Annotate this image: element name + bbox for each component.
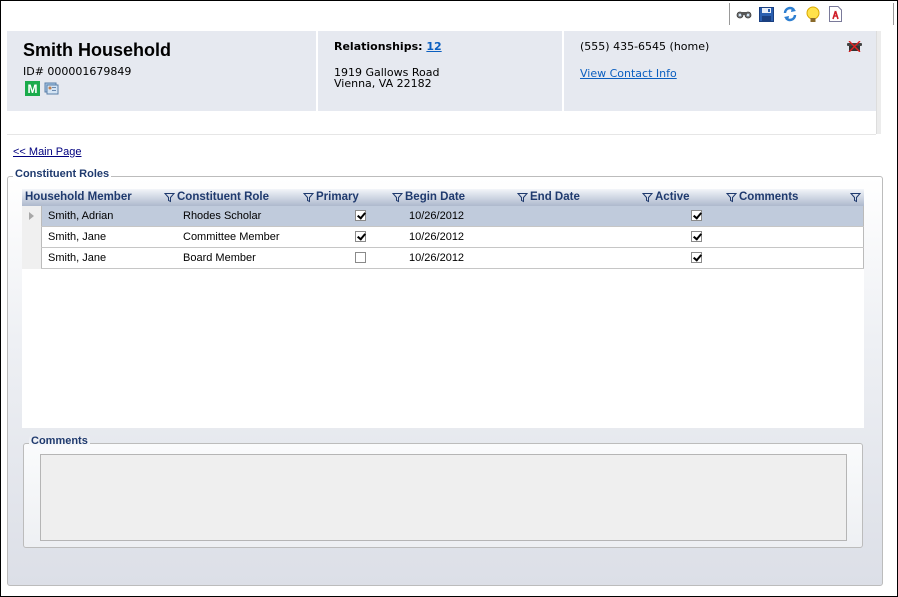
column-label: Household Member <box>25 191 132 203</box>
binoculars-icon[interactable] <box>735 6 752 23</box>
constituent-roles-legend: Constituent Roles <box>13 168 112 180</box>
column-label: Constituent Role <box>177 191 269 203</box>
grid-body: Smith, Adrian Rhodes Scholar 10/26/2012 Smi… <box>22 206 864 269</box>
row-cells: Smith, Jane Board Member 10/26/2012 <box>41 248 864 268</box>
row-selector[interactable] <box>22 248 41 269</box>
table-row[interactable]: Smith, Jane Board Member 10/26/2012 <box>22 248 864 269</box>
column-header-begin-date[interactable]: Begin Date <box>392 189 465 206</box>
relationships-line: Relationships: 12 <box>334 40 562 53</box>
address-line-2: Vienna, VA 22182 <box>334 77 432 90</box>
cell-begin-date: 10/26/2012 <box>409 231 465 243</box>
column-header-constituent-role[interactable]: Constituent Role <box>164 189 269 206</box>
active-checkbox[interactable] <box>691 210 702 221</box>
filter-icon[interactable] <box>303 192 314 203</box>
cell-begin-date: 10/26/2012 <box>409 210 465 222</box>
active-checkbox[interactable] <box>691 252 702 263</box>
phone-number: (555) 435-6545 (home) <box>580 40 710 53</box>
cell-constituent-role: Rhodes Scholar <box>183 210 262 222</box>
comments-textarea[interactable] <box>40 454 847 541</box>
relationships-label: Relationships: <box>334 40 423 53</box>
table-row[interactable]: Smith, Jane Committee Member 10/26/2012 <box>22 227 864 248</box>
cell-household-member: Smith, Jane <box>48 252 107 264</box>
primary-checkbox[interactable] <box>355 252 366 263</box>
filter-icon[interactable] <box>850 192 861 203</box>
filter-icon[interactable] <box>392 192 403 203</box>
column-header-household-member[interactable]: Household Member <box>25 189 132 206</box>
save-icon[interactable] <box>758 6 775 23</box>
refresh-icon[interactable] <box>781 6 798 23</box>
cell-household-member: Smith, Adrian <box>48 210 114 222</box>
toolbar <box>729 3 894 25</box>
row-selector[interactable] <box>22 227 41 248</box>
primary-checkbox[interactable] <box>355 231 366 242</box>
lightbulb-icon[interactable] <box>804 6 821 23</box>
current-row-arrow-icon <box>29 212 34 220</box>
column-label: Primary <box>316 191 359 203</box>
header-relationships: Relationships: 12 1919 Gallows Road Vien… <box>318 31 564 111</box>
column-header-extra-filter[interactable] <box>850 189 861 206</box>
filter-icon[interactable] <box>517 192 528 203</box>
active-checkbox[interactable] <box>691 231 702 242</box>
cell-household-member: Smith, Jane <box>48 231 107 243</box>
grid-header: Household Member Constituent Role Primar… <box>22 189 864 206</box>
comments-legend: Comments <box>29 435 90 447</box>
member-badge-icon[interactable]: M <box>25 81 40 96</box>
table-row[interactable]: Smith, Adrian Rhodes Scholar 10/26/2012 <box>22 206 864 227</box>
address: 1919 Gallows Road Vienna, VA 22182 <box>334 67 562 89</box>
filter-icon[interactable] <box>164 192 175 203</box>
column-label: Begin Date <box>405 191 466 203</box>
contact-card-icon[interactable] <box>44 81 59 99</box>
view-contact-info-link[interactable]: View Contact Info <box>580 67 677 80</box>
filter-icon[interactable] <box>726 192 737 203</box>
header-spacer <box>7 111 876 135</box>
page-title: Smith Household <box>23 40 171 60</box>
primary-checkbox[interactable] <box>355 210 366 221</box>
row-cells: Smith, Jane Committee Member 10/26/2012 <box>41 227 864 247</box>
do-not-call-phone-icon <box>847 40 862 55</box>
column-header-active[interactable]: Active <box>642 189 690 206</box>
header-scroll-edge <box>876 31 881 134</box>
header-identity: Smith Household ID# 000001679849 M <box>7 31 318 111</box>
column-label: End Date <box>530 191 580 203</box>
relationships-count-link[interactable]: 12 <box>426 40 441 53</box>
column-header-primary[interactable]: Primary <box>303 189 359 206</box>
column-label: Comments <box>739 191 799 203</box>
column-label: Active <box>655 191 690 203</box>
filter-icon[interactable] <box>642 192 653 203</box>
row-selector[interactable] <box>22 206 41 227</box>
main-page-link[interactable]: << Main Page <box>13 146 82 158</box>
constituent-header: Smith Household ID# 000001679849 M Relat… <box>7 31 876 111</box>
row-cells: Smith, Adrian Rhodes Scholar 10/26/2012 <box>41 206 864 226</box>
cell-constituent-role: Board Member <box>183 252 256 264</box>
cell-begin-date: 10/26/2012 <box>409 252 465 264</box>
column-header-end-date[interactable]: End Date <box>517 189 580 206</box>
constituent-id: ID# 000001679849 <box>23 65 132 78</box>
constituent-roles-grid: Household Member Constituent Role Primar… <box>22 189 864 428</box>
cell-constituent-role: Committee Member <box>183 231 280 243</box>
pdf-report-icon[interactable] <box>827 6 844 23</box>
column-header-comments[interactable]: Comments <box>726 189 798 206</box>
header-contact: (555) 435-6545 (home) View Contact Info <box>564 31 876 111</box>
